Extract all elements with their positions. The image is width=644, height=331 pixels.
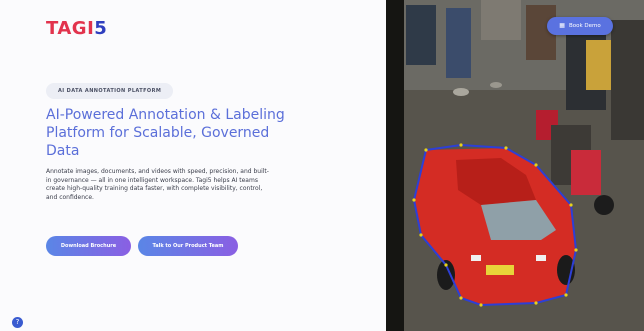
hero-headline: AI-Powered Annotation & Labeling Platfor… (46, 107, 285, 159)
hero-description: Annotate images, documents, and videos w… (46, 168, 269, 201)
hero-section: TAGI5 AI DATA ANNOTATION PLATFORM AI-Pow… (0, 0, 386, 331)
hero-image (386, 0, 644, 331)
talk-to-product-team-button[interactable]: Talk to Our Product Team (138, 236, 238, 256)
logo-text-part2: 5 (94, 18, 108, 39)
tagi5-logo[interactable]: TAGI5 (46, 18, 107, 39)
download-brochure-button[interactable]: Download Brochure (46, 236, 131, 256)
eyebrow-badge: AI DATA ANNOTATION PLATFORM (46, 83, 174, 99)
book-demo-button[interactable]: ▦ Book Demo (547, 17, 613, 35)
book-demo-label: Book Demo (568, 23, 601, 29)
chat-help-icon[interactable]: ? (12, 317, 23, 328)
logo-text-part1: TAGI (46, 18, 95, 39)
calendar-icon: ▦ (559, 22, 565, 29)
annotated-car-photo (386, 0, 644, 331)
